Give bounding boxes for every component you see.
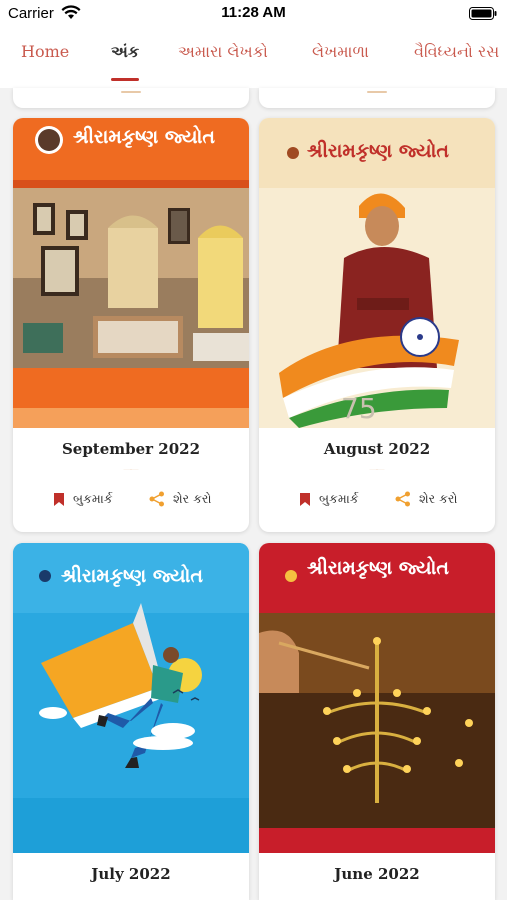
tab-variety[interactable]: વૈવિધ્યનો રસ [414, 42, 499, 62]
issue-title: August 2022 [323, 440, 431, 458]
bookmark-label: બુકમાર્ક [73, 491, 113, 506]
tab-our-authors[interactable]: અમારા લેખકો [178, 42, 268, 62]
bookmark-icon [300, 492, 310, 506]
bookmark-label: બુકમાર્ક [319, 491, 359, 506]
active-tab-indicator [111, 78, 139, 81]
tab-series[interactable]: લેખમાળા [312, 42, 369, 62]
issue-card-june-2022[interactable]: શ્રીરામકૃષ્ણ જ્યોત June 2022 [259, 543, 495, 900]
issue-title: July 2022 [91, 865, 171, 883]
card-divider [369, 469, 385, 470]
card-divider [121, 91, 141, 93]
cover-masthead: શ્રીરામકૃષ્ણ જ્યોત [61, 565, 203, 587]
tab-issues[interactable]: અંક [111, 42, 139, 62]
cover-masthead: શ્રીરામકૃષ્ણ જ્યોત [307, 140, 449, 162]
status-bar: Carrier 11:28 AM [0, 0, 507, 28]
share-icon [395, 491, 410, 507]
clock: 11:28 AM [221, 4, 286, 21]
bookmark-button[interactable]: બુકમાર્ક [299, 491, 359, 507]
issue-cover-image[interactable]: શ્રીરામકૃષ્ણ જ્યોત [13, 543, 249, 853]
share-button[interactable]: શેર કરો [149, 491, 212, 507]
issue-card-partial[interactable] [13, 88, 249, 108]
issue-card-august-2022[interactable]: 75 શ્રીરામકૃષ્ણ જ્યોત August 2022 બુકમાર… [259, 118, 495, 532]
cover-masthead: શ્રીરામકૃષ્ણ જ્યોત [73, 126, 215, 148]
bookmark-icon [54, 492, 64, 506]
issue-card-september-2022[interactable]: શ્રીરામકૃષ્ણ જ્યોત September 2022 બુકમાર… [13, 118, 249, 532]
issue-card-july-2022[interactable]: શ્રીરામકૃષ્ણ જ્યોત July 2022 [13, 543, 249, 900]
cover-art-flying-book [13, 543, 249, 853]
issue-cover-image[interactable]: 75 શ્રીરામકૃષ્ણ જ્યોત [259, 118, 495, 428]
cover-art-room [13, 118, 249, 428]
share-label: શેર કરો [173, 491, 212, 506]
share-label: શેર કરો [419, 491, 458, 506]
issue-title: September 2022 [61, 440, 201, 458]
issue-title: June 2022 [334, 865, 420, 883]
share-icon [149, 491, 164, 507]
tab-home[interactable]: Home [21, 42, 69, 61]
card-divider [367, 91, 387, 93]
bookmark-button[interactable]: બુકમાર્ક [53, 491, 113, 507]
tab-bar: Home અંક અમારા લેખકો લેખમાળા વૈવિધ્યનો ર… [0, 28, 507, 88]
share-button[interactable]: શેર કરો [395, 491, 458, 507]
issue-card-partial[interactable] [259, 88, 495, 108]
cover-masthead: શ્રીરામકૃષ્ણ જ્યોત [307, 557, 449, 579]
issue-cover-image[interactable]: શ્રીરામકૃષ્ણ જ્યોત [259, 543, 495, 853]
battery-icon [469, 7, 497, 20]
svg-text:75: 75 [341, 392, 377, 425]
card-divider [123, 469, 139, 470]
cover-art-lamps [259, 543, 495, 853]
cover-art-portrait: 75 [259, 118, 495, 428]
issue-cover-image[interactable]: શ્રીરામકૃષ્ણ જ્યોત [13, 118, 249, 428]
